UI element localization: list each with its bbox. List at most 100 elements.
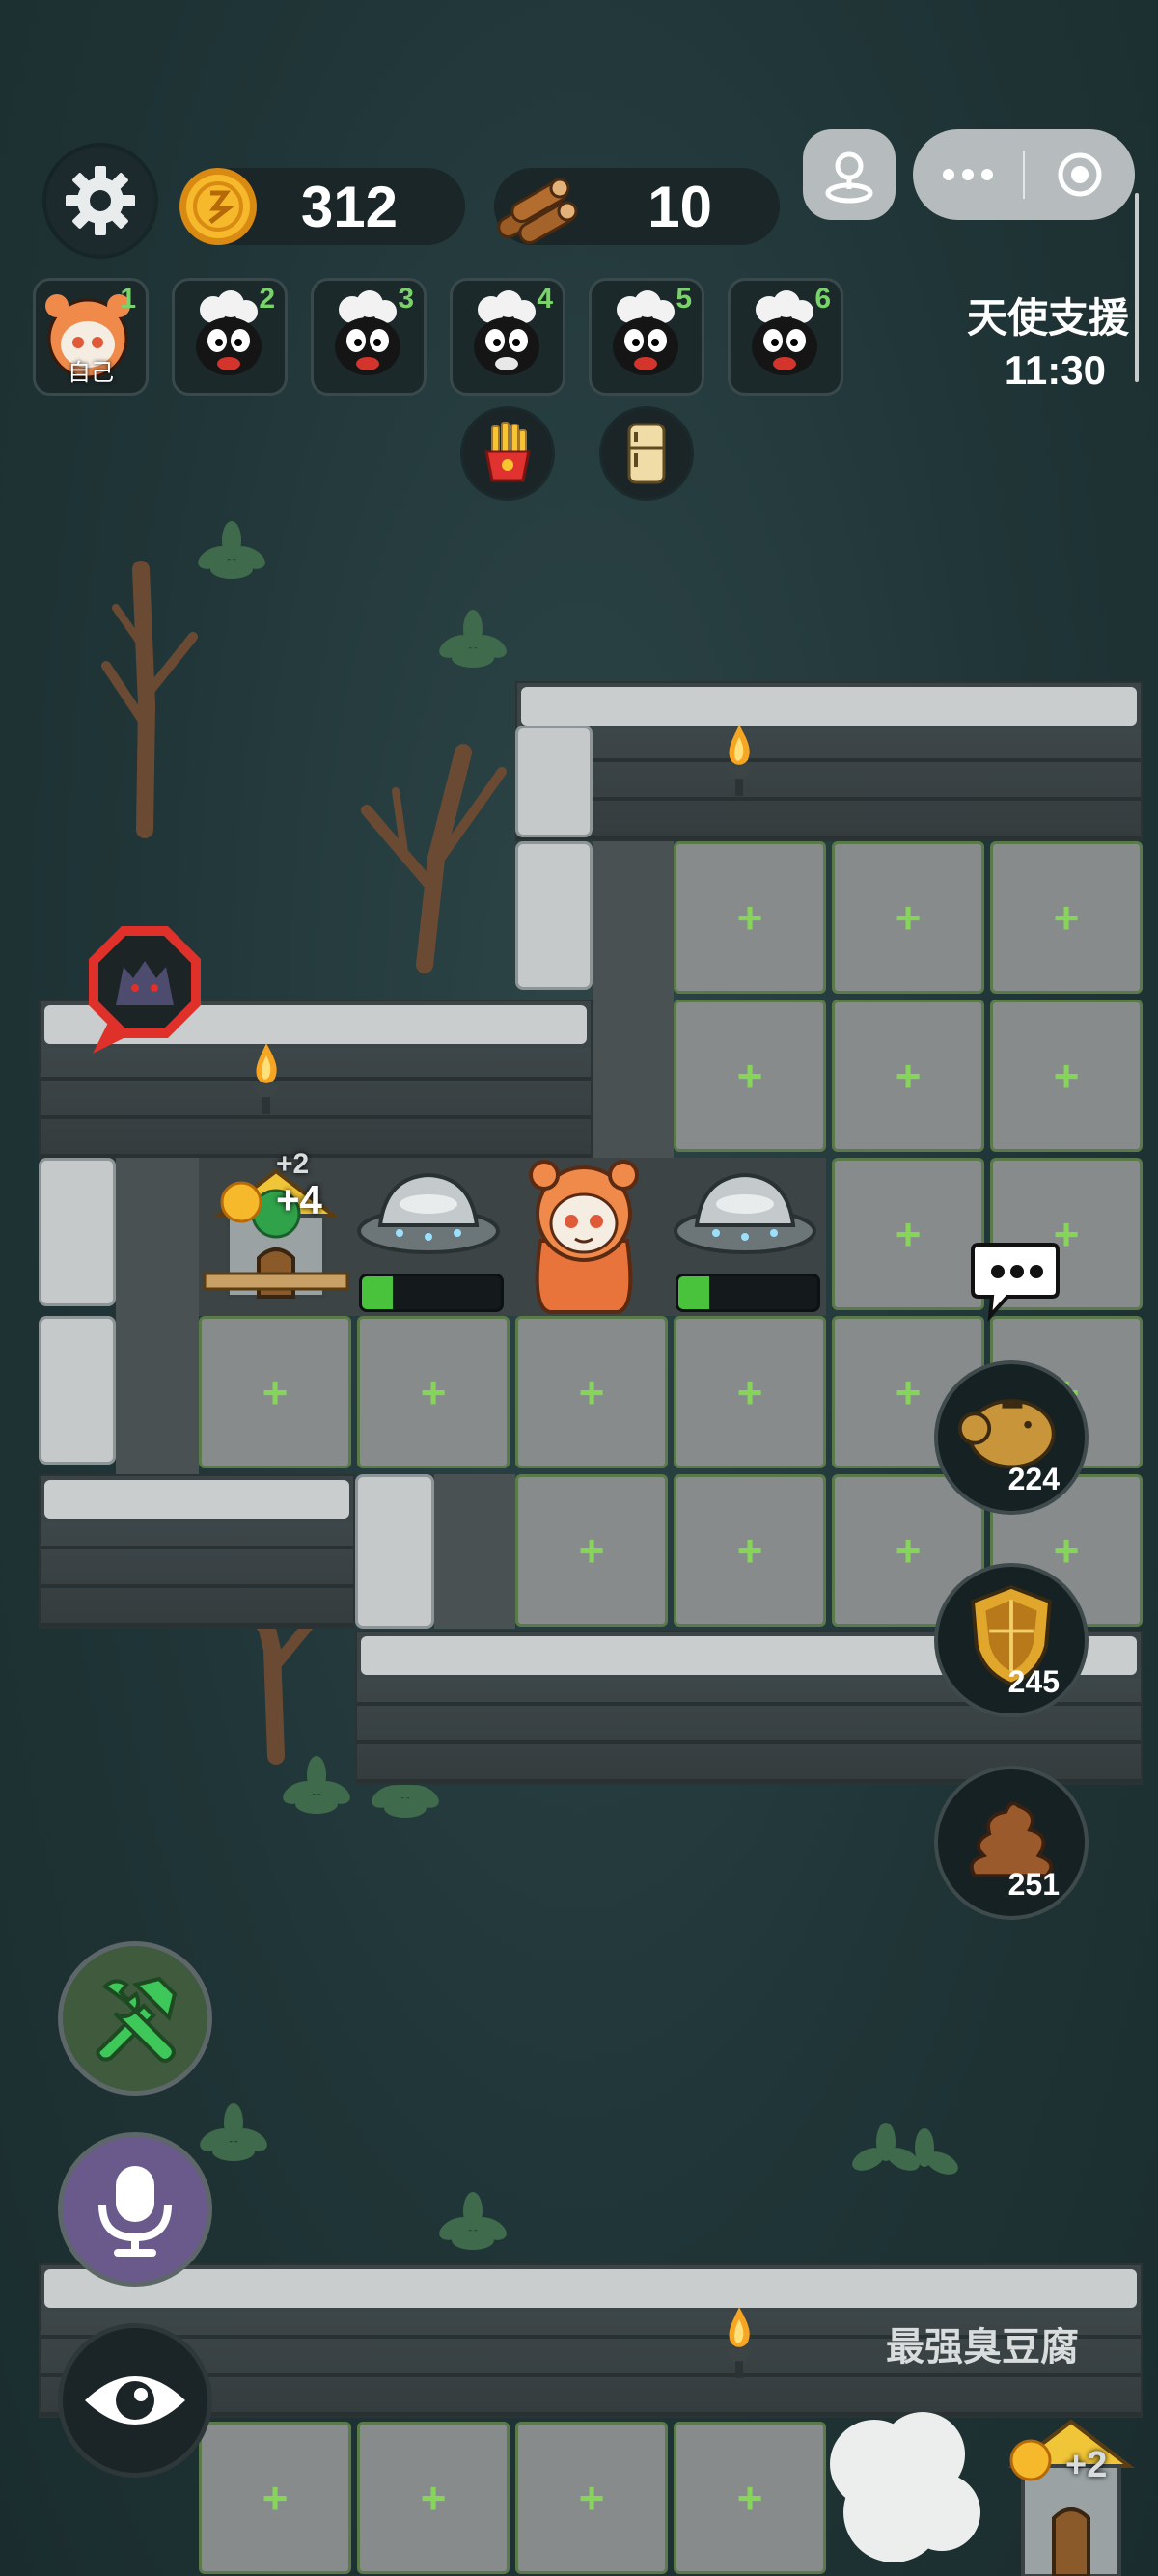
build-slot[interactable]: + xyxy=(990,1000,1143,1152)
plus-icon: + xyxy=(736,1525,763,1576)
build-slot[interactable]: + xyxy=(674,1316,826,1468)
plus-icon: + xyxy=(736,892,763,943)
grass-decoration xyxy=(200,2103,267,2161)
player-slot-5[interactable]: 5 xyxy=(589,278,704,396)
player-slot-index: 1 xyxy=(120,283,136,315)
build-slot[interactable]: + xyxy=(357,1316,510,1468)
ufo-generator[interactable] xyxy=(351,1154,506,1270)
fridge-icon xyxy=(627,423,666,484)
build-slot[interactable]: + xyxy=(832,1000,984,1152)
build-slot[interactable]: + xyxy=(674,1000,826,1152)
build-slot[interactable]: + xyxy=(832,1158,984,1310)
generator-progress-fill xyxy=(362,1276,393,1309)
grass-decoration xyxy=(283,1756,350,1814)
view-button[interactable] xyxy=(58,2323,212,2478)
player-character[interactable] xyxy=(511,1154,656,1316)
item-fridge[interactable] xyxy=(602,409,691,498)
dead-tree xyxy=(101,561,198,838)
house-bonus-small: +2 xyxy=(276,1148,310,1180)
stone-wall xyxy=(39,1474,355,1629)
plus-icon: + xyxy=(578,1367,605,1417)
player-slot-index: 2 xyxy=(259,283,275,315)
build-slot[interactable]: + xyxy=(674,841,826,994)
angel-support-timer: 11:30 xyxy=(1004,347,1106,393)
build-slot[interactable]: + xyxy=(990,841,1143,994)
resource-value: 224 xyxy=(1007,1462,1060,1496)
settings-button[interactable] xyxy=(46,147,154,255)
build-slot[interactable]: + xyxy=(674,1474,826,1627)
build-slot[interactable]: + xyxy=(199,2422,351,2574)
hammer-wrench-icon xyxy=(96,1976,178,2063)
build-slot[interactable]: + xyxy=(515,2422,668,2574)
plus-icon: + xyxy=(895,892,922,943)
more-button[interactable] xyxy=(913,129,1023,220)
player-slot-3[interactable]: 3 xyxy=(311,278,427,396)
plus-icon: + xyxy=(895,1367,922,1417)
plus-icon: + xyxy=(736,1051,763,1101)
stone-pillar xyxy=(515,841,593,990)
voice-button[interactable] xyxy=(58,2132,212,2287)
wood-counter: 10 xyxy=(494,168,780,245)
resource-piggy-bank[interactable]: 224 xyxy=(934,1360,1089,1515)
generator-progress xyxy=(676,1274,820,1312)
player-slot-2[interactable]: 2 xyxy=(172,278,288,396)
house-bonus-big: +4 xyxy=(276,1177,322,1222)
mini-program-capsule xyxy=(913,129,1135,220)
stone-pillar xyxy=(515,726,593,837)
opponent-house-bonus: +2 xyxy=(1065,2445,1108,2485)
build-button[interactable] xyxy=(58,1941,212,2096)
player-slot-6[interactable]: 6 xyxy=(728,278,843,396)
more-icon xyxy=(943,169,993,180)
angel-support-label: 天使支援 xyxy=(966,295,1129,341)
chat-bubble-icon[interactable] xyxy=(969,1237,1062,1324)
share-button[interactable] xyxy=(803,129,896,220)
wolf-alert-marker[interactable] xyxy=(73,918,208,1073)
player-slot-index: 5 xyxy=(676,283,692,315)
resource-shield[interactable]: 245 xyxy=(934,1563,1089,1717)
close-target-icon xyxy=(1058,152,1102,197)
plus-icon: + xyxy=(736,1367,763,1417)
generator-progress xyxy=(359,1274,504,1312)
scrollbar[interactable] xyxy=(1135,193,1139,382)
wood-count: 10 xyxy=(648,174,712,239)
resource-value: 251 xyxy=(1007,1867,1060,1902)
stone-pillar xyxy=(39,1316,116,1465)
grass-decoration xyxy=(439,2192,507,2250)
stone-pillar xyxy=(39,1158,116,1306)
resource-poop[interactable]: 251 xyxy=(934,1766,1089,1920)
torch xyxy=(726,725,753,796)
build-slot[interactable]: + xyxy=(674,2422,826,2574)
plus-icon: + xyxy=(420,1367,447,1417)
plus-icon: + xyxy=(895,1525,922,1576)
item-fries[interactable] xyxy=(463,409,552,498)
player-slot-index: 4 xyxy=(537,283,553,315)
ufo-generator[interactable] xyxy=(668,1154,822,1270)
eye-icon xyxy=(85,2376,185,2425)
build-slot[interactable]: + xyxy=(515,1316,668,1468)
joystick-icon xyxy=(825,151,873,204)
plus-icon: + xyxy=(895,1051,922,1101)
player-self-tag: 自己 xyxy=(68,360,114,386)
grass-decoration xyxy=(852,2123,958,2175)
plus-icon: + xyxy=(420,2473,447,2523)
build-slot[interactable]: + xyxy=(357,2422,510,2574)
torch xyxy=(726,2307,753,2378)
build-slot[interactable]: + xyxy=(199,1316,351,1468)
coin-counter: 312 xyxy=(179,168,465,245)
grass-decoration xyxy=(439,610,507,668)
torch xyxy=(253,1043,280,1114)
dead-tree xyxy=(361,744,507,973)
build-slot[interactable]: + xyxy=(515,1474,668,1627)
player-slot-index: 6 xyxy=(814,283,831,315)
build-slot[interactable]: + xyxy=(832,841,984,994)
plus-icon: + xyxy=(578,1525,605,1576)
player-slot-index: 3 xyxy=(398,283,414,315)
player-slot-4[interactable]: 4 xyxy=(450,278,565,396)
opponent-house[interactable] xyxy=(1004,2408,1139,2576)
microphone-icon xyxy=(98,2166,172,2257)
plus-icon: + xyxy=(262,2473,289,2523)
player-slot-1[interactable]: 1 自己 xyxy=(33,278,149,396)
close-button[interactable] xyxy=(1025,129,1135,220)
gear-icon xyxy=(66,166,135,235)
coin-count: 312 xyxy=(300,174,398,239)
